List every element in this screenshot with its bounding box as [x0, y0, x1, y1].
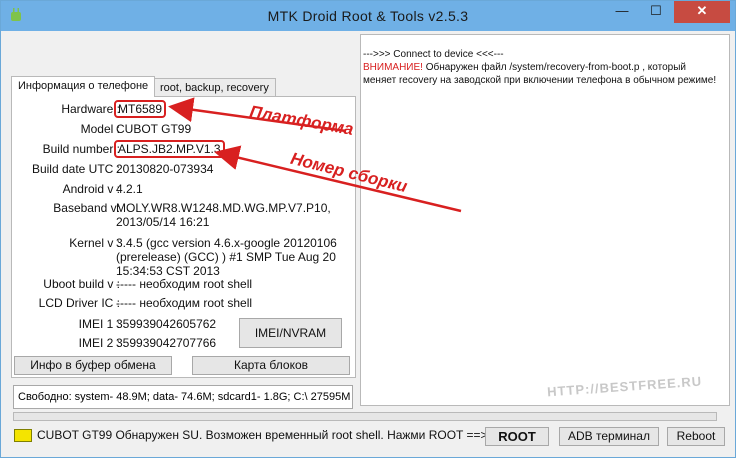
info-row-kernel: Kernel v : 3.4.5 (gcc version 4.6.x-goog… [12, 236, 357, 280]
build-date-label: Build date UTC : [31, 162, 120, 176]
log-warning-label: ВНИМАНИЕ! [363, 62, 423, 73]
imei1-label: IMEI 1 : [78, 317, 120, 331]
progress-bar [13, 412, 717, 421]
log-warning-text-2: меняет recovery на заводской при включен… [363, 75, 717, 86]
adb-terminal-button[interactable]: ADB терминал [559, 427, 659, 446]
minimize-button[interactable]: — [607, 1, 637, 23]
kernel-value-line3: 15:34:53 CST 2013 [116, 264, 220, 278]
log-warning-text-1: Обнаружен файл /system/recovery-from-boo… [422, 62, 686, 73]
left-top-area [9, 32, 357, 72]
imei2-label: IMEI 2 : [78, 336, 120, 350]
status-text: CUBOT GT99 Обнаружен SU. Возможен времен… [37, 428, 488, 442]
android-label: Android v : [62, 182, 120, 196]
phone-info-panel: Hardware : MT6589 Model : CUBOT GT99 Bui… [11, 96, 356, 378]
imei-nvram-button[interactable]: IMEI/NVRAM [239, 318, 342, 348]
imei2-value: 359939042707766 [116, 336, 217, 350]
status-bar: CUBOT GT99 Обнаружен SU. Возможен времен… [1, 425, 735, 457]
tab-root-backup-recovery[interactable]: root, backup, recovery [153, 78, 276, 97]
kernel-label: Kernel v : [69, 236, 120, 250]
android-value: 4.2.1 [116, 182, 143, 196]
reboot-button[interactable]: Reboot [667, 427, 725, 446]
kernel-value-line1: 3.4.5 (gcc version 4.6.x-google 20120106 [116, 236, 337, 250]
app-window: MTK Droid Root & Tools v2.5.3 — ☐ ✕ Инфо… [0, 0, 736, 458]
baseband-value-line1: MOLY.WR8.W1248.MD.WG.MP.V7.P10, [116, 201, 331, 215]
baseband-value-line2: 2013/05/14 16:21 [116, 215, 210, 229]
build-number-label: Build number : [42, 142, 120, 156]
hardware-label: Hardware : [61, 102, 120, 116]
baseband-label: Baseband v: [53, 201, 120, 215]
build-number-value: ALPS.JB2.MP.V1.3 [114, 140, 225, 158]
title-bar[interactable]: MTK Droid Root & Tools v2.5.3 — ☐ ✕ [1, 1, 735, 31]
close-button[interactable]: ✕ [674, 1, 730, 23]
tab-phone-info[interactable]: Информация о телефоне [11, 76, 156, 97]
model-label: Model : [80, 122, 120, 136]
free-space-field: Свободно: system- 48.9M; data- 74.6M; sd… [13, 385, 353, 409]
lcd-label: LCD Driver IC : [38, 296, 120, 310]
log-line-connect: --->>> Connect to device <<<--- [363, 49, 504, 60]
maximize-button[interactable]: ☐ [641, 1, 671, 23]
root-button[interactable]: ROOT [485, 427, 549, 446]
lcd-value: ----- необходим root shell [116, 296, 253, 310]
block-map-button[interactable]: Карта блоков [192, 356, 350, 375]
log-panel[interactable]: --->>> Connect to device <<<--- ВНИМАНИЕ… [360, 34, 730, 406]
hardware-value: MT6589 [114, 100, 167, 118]
info-row-baseband: Baseband v: MOLY.WR8.W1248.MD.WG.MP.V7.P… [12, 201, 357, 231]
uboot-label: Uboot build v : [43, 277, 120, 291]
uboot-value: ----- необходим root shell [116, 277, 253, 291]
kernel-value-line2: (prerelease) (GCC) ) #1 SMP Tue Aug 20 [116, 250, 336, 264]
info-to-clipboard-button[interactable]: Инфо в буфер обмена [14, 356, 172, 375]
status-led-indicator [14, 429, 32, 442]
imei1-value: 359939042605762 [116, 317, 217, 331]
